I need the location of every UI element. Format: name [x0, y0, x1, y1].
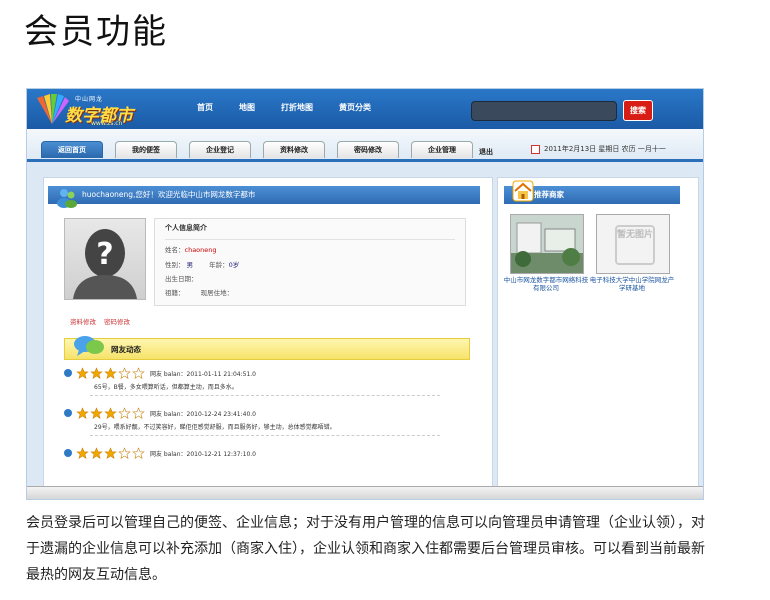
feed-item: 网友 balan：2010-12-21 12:37:10.0: [64, 444, 474, 460]
member-main-panel: huochaoneng,您好！欢迎光临中山市网龙数字都市 ? 个人信息简介 姓名…: [43, 177, 493, 499]
nav-map[interactable]: 地图: [239, 102, 255, 113]
calendar-icon: [531, 144, 540, 154]
tab-my-notes[interactable]: 我的便签: [115, 141, 177, 158]
recommend-title: 推荐商家: [534, 190, 564, 199]
star-empty-icon: [118, 367, 131, 380]
bullet-icon: [64, 409, 72, 417]
page-title: 会员功能: [24, 12, 168, 52]
storefront-photo: [511, 215, 583, 273]
logo-fan-icon: [37, 94, 69, 124]
nav-yellow-pages[interactable]: 黄页分类: [339, 102, 371, 113]
tab-company-register[interactable]: 企业登记: [189, 141, 251, 158]
star-filled-icon: [104, 367, 117, 380]
bullet-icon: [64, 449, 72, 457]
change-password-link[interactable]: 密码修改: [104, 316, 130, 326]
profile-birthday-row: 出生日期：: [165, 275, 198, 283]
caption-text: 会员登录后可以管理自己的便签、企业信息；对于没有用户管理的信息可以向管理员申请管…: [26, 515, 705, 583]
feed-text: 65号，B餐，多女喂算听话，但都算主动，而且多水。: [94, 384, 238, 391]
tab-change-password[interactable]: 密码修改: [337, 141, 399, 158]
no-image-placeholder: 暂无图片: [615, 225, 655, 265]
star-empty-icon: [132, 407, 145, 420]
profile-gender-row: 性别： 男 年龄：0岁: [165, 261, 240, 269]
tab-back-home[interactable]: 返回首页: [41, 141, 103, 158]
feed-meta: 网友 balan：2011-01-11 21:04:51.0: [150, 371, 256, 378]
welcome-text: huochaoneng,您好！欢迎光临中山市网龙数字都市: [82, 190, 256, 199]
site-logo[interactable]: 中山网龙 数字都市 www.zs.cn: [35, 91, 165, 127]
feed-meta: 网友 balan：2010-12-21 12:37:10.0: [150, 451, 256, 458]
profile-title: 个人信息简介: [165, 224, 207, 232]
logout-link[interactable]: 退出: [479, 147, 493, 157]
star-filled-icon: [76, 367, 89, 380]
profile-age: 0岁: [228, 261, 240, 269]
merchant-photo[interactable]: [510, 214, 584, 274]
unknown-user-icon: ?: [73, 229, 137, 299]
profile-links: 资料修改 密码修改: [70, 316, 130, 326]
star-empty-icon: [118, 447, 131, 460]
divider: [90, 435, 440, 436]
feed-text: 29号，喂系好靓，不过笑容好，睇佢佢感觉舒服，而且服务好，够主动，总体感觉都唔错…: [94, 424, 336, 431]
svg-text:?: ?: [96, 237, 113, 272]
star-empty-icon: [118, 407, 131, 420]
recommend-header: 推荐商家: [504, 180, 680, 204]
star-filled-icon: [104, 407, 117, 420]
welcome-bar: huochaoneng,您好！欢迎光临中山市网龙数字都市: [48, 186, 480, 208]
users-icon: [57, 189, 77, 208]
top-nav: 首页 地图 打折地图 黄页分类: [197, 102, 397, 113]
star-filled-icon: [90, 447, 103, 460]
star-filled-icon: [76, 407, 89, 420]
profile-name: chaoneng: [184, 246, 217, 254]
friends-activity-title: 网友动态: [111, 345, 141, 354]
avatar: ?: [64, 218, 146, 300]
feed-meta: 网友 balan：2010-12-24 23:41:40.0: [150, 411, 256, 418]
merchant-link[interactable]: 电子科技大学中山学院网龙产学研基地: [589, 276, 675, 292]
profile-hometown-row: 祖籍： 现居住地：: [165, 289, 234, 297]
nav-discount-map[interactable]: 打折地图: [281, 102, 313, 113]
logo-url: www.zs.cn: [91, 120, 123, 127]
search-input[interactable]: [471, 101, 617, 121]
profile-info-box: 个人信息简介 姓名：chaoneng 性别： 男 年龄：0岁 出生日期： 祖籍：…: [154, 218, 466, 306]
edit-profile-link[interactable]: 资料修改: [70, 316, 96, 326]
search-button[interactable]: 搜索: [623, 100, 653, 121]
friends-activity-header: 网友动态: [64, 336, 470, 360]
star-filled-icon: [90, 407, 103, 420]
recommend-panel: 推荐商家 暂无图片 中山市网龙数字都市网络科技有限公司 电子科技大学中山学院网龙…: [497, 177, 699, 499]
merchant-photo[interactable]: 暂无图片: [596, 214, 670, 274]
feed-item: 网友 balan：2011-01-11 21:04:51.0 65号，B餐，多女…: [64, 364, 474, 396]
star-filled-icon: [76, 447, 89, 460]
star-empty-icon: [132, 367, 145, 380]
site-header: 中山网龙 数字都市 www.zs.cn 首页 地图 打折地图 黄页分类 搜索: [27, 89, 703, 129]
star-filled-icon: [104, 447, 117, 460]
star-filled-icon: [90, 367, 103, 380]
tab-edit-profile[interactable]: 资料修改: [263, 141, 325, 158]
chat-bubble-icon: [74, 336, 104, 356]
star-empty-icon: [132, 447, 145, 460]
bullet-icon: [64, 369, 72, 377]
date-text: 2011年2月13日 星期日 农历 一月十一: [544, 145, 666, 153]
status-bar: [27, 486, 703, 499]
divider: [90, 395, 440, 396]
screenshot-frame: 中山网龙 数字都市 www.zs.cn 首页 地图 打折地图 黄页分类 搜索 返…: [26, 88, 704, 500]
member-tabbar: 返回首页 我的便签 企业登记 资料修改 密码修改 企业管理 退出 2011年2月…: [27, 129, 703, 162]
feed-item: 网友 balan：2010-12-24 23:41:40.0 29号，喂系好靓，…: [64, 404, 474, 436]
date-display: 2011年2月13日 星期日 农历 一月十一: [531, 144, 666, 154]
house-icon: [512, 180, 534, 202]
merchant-link[interactable]: 中山市网龙数字都市网络科技有限公司: [503, 276, 589, 292]
nav-home[interactable]: 首页: [197, 102, 213, 113]
profile-gender: 男: [186, 261, 194, 269]
profile-name-row: 姓名：chaoneng: [165, 239, 455, 254]
tab-company-manage[interactable]: 企业管理: [411, 141, 473, 158]
